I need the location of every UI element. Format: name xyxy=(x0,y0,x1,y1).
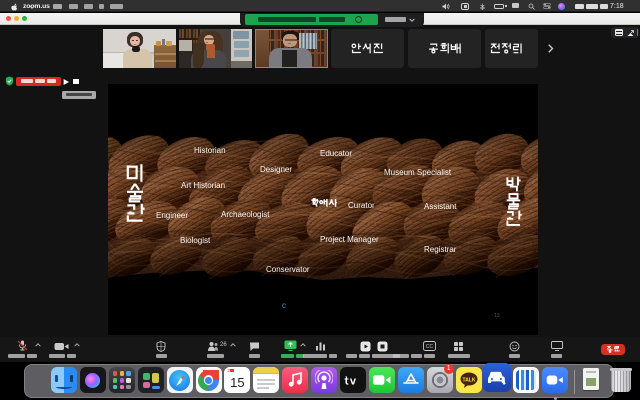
svg-text:CC: CC xyxy=(426,344,434,350)
svg-text:TALK: TALK xyxy=(462,378,475,384)
